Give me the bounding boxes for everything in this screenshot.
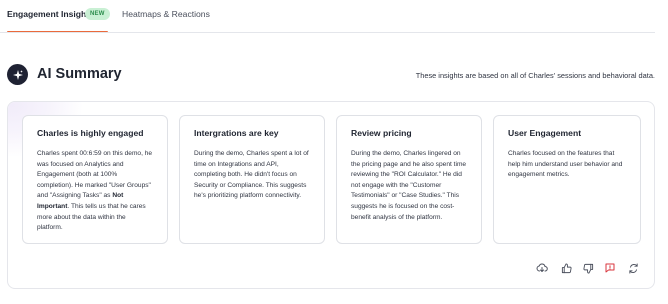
tab-heatmaps-reactions[interactable]: Heatmaps & Reactions <box>122 9 210 19</box>
tab-bar: Engagement Insights NEW Heatmaps & React… <box>0 0 668 34</box>
thumbs-down-icon[interactable] <box>581 261 595 275</box>
card-body: Charles spent 00:6:59 on this demo, he w… <box>37 149 153 234</box>
insight-card: Intergrations are key During the demo, C… <box>179 115 325 244</box>
card-title: Review pricing <box>351 128 412 138</box>
card-body: Charles focused on the features that hel… <box>508 150 623 179</box>
insights-note: These insights are based on all of Charl… <box>415 71 655 80</box>
insight-card: User Engagement Charles focused on the f… <box>493 115 641 244</box>
tab-divider <box>0 32 655 33</box>
flag-comment-icon[interactable] <box>603 261 617 275</box>
insight-card: Charles is highly engaged Charles spent … <box>22 115 168 244</box>
page-title: AI Summary <box>37 66 122 82</box>
cloud-download-icon[interactable] <box>535 261 549 275</box>
insight-card: Review pricing During the demo, Charles … <box>336 115 482 244</box>
card-title: Intergrations are key <box>194 128 279 138</box>
sparkle-icon <box>7 64 28 85</box>
thumbs-up-icon[interactable] <box>559 261 573 275</box>
card-title: Charles is highly engaged <box>37 128 144 138</box>
card-body-text: Charles spent 00:6:59 on this demo, he w… <box>37 150 153 200</box>
new-badge: NEW <box>85 8 110 20</box>
card-body: During the demo, Charles lingered on the… <box>351 150 467 221</box>
refresh-icon[interactable] <box>626 261 640 275</box>
card-body: During the demo, Charles spent a lot of … <box>194 150 309 200</box>
card-title: User Engagement <box>508 128 582 138</box>
tab-engagement-insights[interactable]: Engagement Insights <box>7 9 94 19</box>
